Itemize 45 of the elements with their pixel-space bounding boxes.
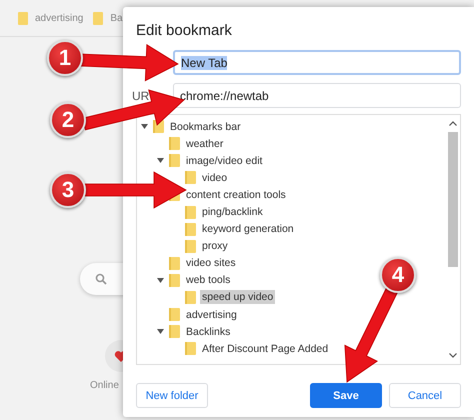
folder-icon xyxy=(185,342,196,356)
folder-name[interactable]: Bookmarks bar xyxy=(168,120,243,134)
folder-name[interactable]: keyword generation xyxy=(200,222,296,236)
folder-icon xyxy=(169,274,180,287)
folder-name[interactable]: video xyxy=(200,170,230,185)
step-badge: 2 xyxy=(50,102,86,138)
folder-icon xyxy=(185,222,196,236)
folder-name[interactable]: content creation tools xyxy=(184,188,288,202)
folder-icon xyxy=(93,12,104,24)
folder-name[interactable]: video sites xyxy=(184,256,238,270)
scroll-down-icon[interactable] xyxy=(449,353,457,358)
cancel-button[interactable]: Cancel xyxy=(389,383,461,408)
step-badge: 1 xyxy=(47,40,83,76)
folder-name[interactable]: advertising xyxy=(184,308,239,322)
save-button[interactable]: Save xyxy=(310,383,382,408)
folder-name[interactable]: speed up video xyxy=(200,290,276,304)
folder-icon xyxy=(169,137,180,150)
folder-icon xyxy=(169,325,180,338)
folder-name[interactable]: proxy xyxy=(200,239,230,254)
folder-icon xyxy=(185,240,196,253)
folder-name[interactable]: web tools xyxy=(184,273,232,288)
folder-name[interactable]: ping/backlink xyxy=(200,205,265,220)
folder-icon xyxy=(169,308,180,322)
folder-name[interactable]: image/video edit xyxy=(184,154,264,168)
folder-name[interactable]: Backlinks xyxy=(184,324,232,339)
folder-icon xyxy=(18,12,28,24)
expand-triangle-icon[interactable] xyxy=(157,158,164,164)
search-icon xyxy=(95,273,107,285)
expand-triangle-icon[interactable] xyxy=(157,329,164,334)
folder-icon xyxy=(185,206,196,219)
folder-name[interactable]: weather xyxy=(184,136,226,151)
folder-icon xyxy=(185,171,196,184)
dialog-title: Edit bookmark xyxy=(136,22,233,41)
scroll-up-icon[interactable] xyxy=(449,121,457,126)
folder-name[interactable]: After Discount Page Added xyxy=(200,342,330,356)
folder-icon xyxy=(169,154,180,168)
folder-icon xyxy=(185,290,196,304)
name-field[interactable]: New Tab xyxy=(173,50,461,75)
folder-icon xyxy=(169,256,180,270)
new-folder-button[interactable]: New folder xyxy=(136,383,208,408)
expand-triangle-icon[interactable] xyxy=(157,278,164,283)
step-badge: 3 xyxy=(50,172,86,208)
expand-triangle-icon[interactable] xyxy=(141,124,148,130)
url-field[interactable]: chrome://newtab xyxy=(173,83,461,108)
url-label: UR xyxy=(132,88,150,102)
